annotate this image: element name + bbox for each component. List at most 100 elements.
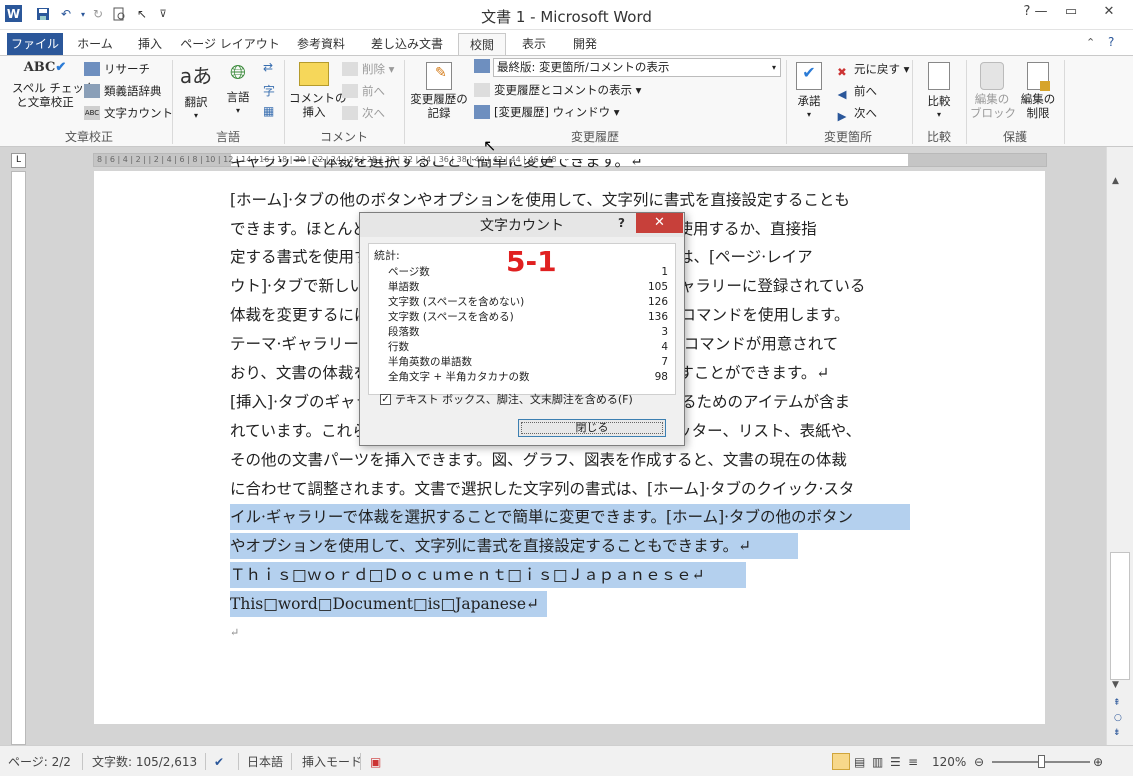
close-button[interactable]: 閉じる [518, 419, 666, 437]
group-separator [966, 60, 967, 144]
tab-page-layout[interactable]: ページ レイアウト [176, 33, 284, 56]
compare-button[interactable]: 比較 ▾ [918, 60, 960, 126]
zoom-out-icon[interactable]: ⊖ [974, 753, 984, 771]
group-separator [284, 60, 285, 144]
scroll-down-icon[interactable]: ▼ [1112, 680, 1119, 690]
group-protect-label: 保護 [1002, 130, 1027, 144]
proofing-status-icon[interactable]: ✔ [214, 753, 224, 771]
document-line[interactable]: [ホーム]·タブの他のボタンやオプションを使用して、文字列に書式を直接設定するこ… [230, 187, 910, 213]
help-circle-icon[interactable]: ? [1108, 35, 1114, 49]
selected-line[interactable]: イル·ギャラリーで体裁を選択することで簡単に変更できます。[ホーム]·タブの他の… [230, 504, 910, 530]
window-title: 文書 1 - Microsoft Word [481, 8, 652, 26]
zoom-in-icon[interactable]: ⊕ [1093, 753, 1103, 771]
next-change-button[interactable]: ▶ 次へ [834, 103, 877, 123]
scroll-up-icon[interactable]: ▲ [1112, 176, 1119, 186]
macro-record-icon[interactable]: ▣ [370, 753, 381, 771]
document-line[interactable]: ↵ [230, 620, 910, 646]
display-for-review-select[interactable]: 最終版: 変更箇所/コメントの表示 ▾ [493, 58, 781, 77]
group-separator [786, 60, 787, 144]
convert-icon[interactable]: 字 [263, 82, 275, 99]
next-comment-button[interactable]: 次へ [342, 103, 385, 123]
dialog-close-icon[interactable]: ✕ [636, 213, 683, 233]
group-tracking-label: 変更履歴 [570, 130, 619, 144]
delete-comment-button[interactable]: 削除 ▾ [342, 59, 394, 79]
next-comment-icon [342, 106, 358, 120]
show-markup-button[interactable]: 変更履歴とコメントの表示 ▾ [474, 80, 641, 100]
language-button[interactable]: 🌐︎ 言語 ▾ [220, 60, 256, 126]
document-line[interactable]: その他の文書パーツを挿入できます。図、グラフ、図表を作成すると、文書の現在の体裁 [230, 447, 910, 473]
previous-change-button[interactable]: ◀ 前へ [834, 81, 877, 101]
selected-line[interactable]: やオプションを使用して、文字列に書式を直接設定することもできます。↵ [230, 533, 798, 559]
tab-references[interactable]: 参考資料 [284, 33, 358, 56]
accept-button[interactable]: ✔ 承諾 ▾ [790, 60, 828, 126]
previous-page-icon[interactable]: ⇞ [1113, 698, 1121, 708]
tab-developer[interactable]: 開発 [560, 33, 610, 56]
title-bar: W ↶ ▾ ↻ ↖ ⊽ 文書 1 - Microsoft Word ? — ▭ … [0, 0, 1133, 30]
spell-check-button[interactable]: ABC✔ スペル チェック と文章校正 [12, 60, 95, 126]
language-status[interactable]: 日本語 [247, 753, 283, 771]
selected-line[interactable]: Ｔｈｉｓ□ｗｏｒｄ□Ｄｏｃｕｍｅｎｔ□ｉｓ□Ｊａｐａｎｅｓｅ↵ [230, 562, 746, 588]
previous-comment-button[interactable]: 前へ [342, 81, 385, 101]
web-layout-view-icon[interactable]: ▥ [872, 753, 883, 771]
translate-button[interactable]: aあ 翻訳 ▾ [178, 60, 214, 126]
status-bar: ページ: 2/2 文字数: 105/2,613 ✔ 日本語 挿入モード ▣ ▤ … [0, 745, 1133, 776]
tab-review[interactable]: 校閲 [458, 33, 506, 56]
full-screen-view-icon[interactable]: ▤ [854, 753, 865, 771]
insert-mode-status[interactable]: 挿入モード [302, 753, 362, 771]
selected-line[interactable]: This□word□Document□is□Japanese↵ [230, 591, 547, 617]
tab-mailings[interactable]: 差し込み文書 [358, 33, 456, 56]
reviewing-pane-button[interactable]: [変更履歴] ウィンドウ ▾ [474, 102, 620, 122]
print-layout-view-icon[interactable] [832, 753, 850, 770]
tab-selector[interactable]: L [11, 153, 26, 168]
tab-insert[interactable]: 挿入 [124, 33, 176, 56]
document-line[interactable]: に合わせて調整されます。文書で選択した文字列の書式は、[ホーム]·タブのクイック… [230, 476, 910, 502]
compare-icon [928, 62, 950, 90]
block-authors-button[interactable]: 編集の ブロック [970, 60, 1016, 126]
thesaurus-icon [84, 84, 100, 98]
outline-view-icon[interactable]: ☰ [890, 753, 901, 771]
tab-home[interactable]: ホーム [66, 33, 124, 56]
next-page-icon[interactable]: ⇟ [1113, 728, 1121, 738]
checkbox-checked-icon[interactable]: ✓ [380, 393, 391, 405]
ime-icon[interactable]: ▦ [263, 104, 274, 118]
thesaurus-button[interactable]: 類義語辞典 [84, 81, 162, 101]
draft-view-icon[interactable]: ≡ [908, 753, 918, 771]
new-comment-button[interactable]: コメントの 挿入 [289, 60, 347, 126]
ribbon-tabs: ファイル ホーム 挿入 ページ レイアウト 参考資料 差し込み文書 校閲 表示 … [0, 30, 1133, 56]
status-separator [205, 753, 206, 770]
group-separator [912, 60, 913, 144]
dialog-help-icon[interactable]: ? [618, 216, 625, 230]
tab-view[interactable]: 表示 [508, 33, 560, 56]
maximize-button[interactable]: ▭ [1056, 0, 1086, 22]
minimize-ribbon-icon[interactable]: ⌃ [1086, 36, 1095, 49]
accept-icon: ✔ [796, 62, 822, 90]
research-icon [84, 62, 100, 76]
word-count-button[interactable]: ABC 文字カウント [84, 103, 173, 123]
group-proofing-label: 文章校正 [64, 130, 113, 144]
word-count-dialog: 文字カウント ? ✕ 統計: 5-1 ページ数 1 単語数 105 文字数 (スペー… [359, 212, 685, 446]
tab-file[interactable]: ファイル [7, 33, 63, 56]
block-authors-icon [980, 62, 1004, 90]
page-number-status[interactable]: ページ: 2/2 [8, 753, 71, 771]
translate-small-icon[interactable]: ⇄ [263, 60, 273, 74]
globe-icon: 🌐︎ [230, 60, 246, 84]
stat-row: 文字数 (スペースを含める) 136 [388, 311, 668, 323]
track-changes-icon: ✎ [426, 62, 452, 90]
group-separator [404, 60, 405, 144]
browse-object-icon[interactable]: ○ [1114, 713, 1122, 723]
restrict-editing-button[interactable]: 編集の 制限 [1016, 60, 1060, 126]
scroll-thumb[interactable] [1110, 552, 1130, 680]
word-count-status[interactable]: 文字数: 105/2,613 [92, 753, 197, 771]
minimize-button[interactable]: — [1026, 0, 1056, 22]
stat-row: 文字数 (スペースを含めない) 126 [388, 296, 668, 308]
zoom-slider-thumb[interactable] [1038, 755, 1045, 768]
zoom-level[interactable]: 120% [932, 753, 966, 771]
reject-button[interactable]: ✖ 元に戻す ▾ [834, 59, 909, 79]
include-textboxes-checkbox[interactable]: ✓ テキスト ボックス、脚注、文末脚注を含める(F) [380, 391, 633, 407]
vertical-ruler[interactable] [11, 171, 26, 745]
vertical-scrollbar[interactable]: ▲ ▼ ⇞ ○ ⇟ [1106, 147, 1133, 745]
document-line[interactable]: ギャラリーで体裁を選択することで簡単に変更できます。↵ [230, 159, 910, 171]
close-window-button[interactable]: ✕ [1086, 0, 1132, 22]
research-button[interactable]: リサーチ [84, 59, 150, 79]
track-changes-button[interactable]: ✎ 変更履歴の 記録 [408, 60, 470, 126]
